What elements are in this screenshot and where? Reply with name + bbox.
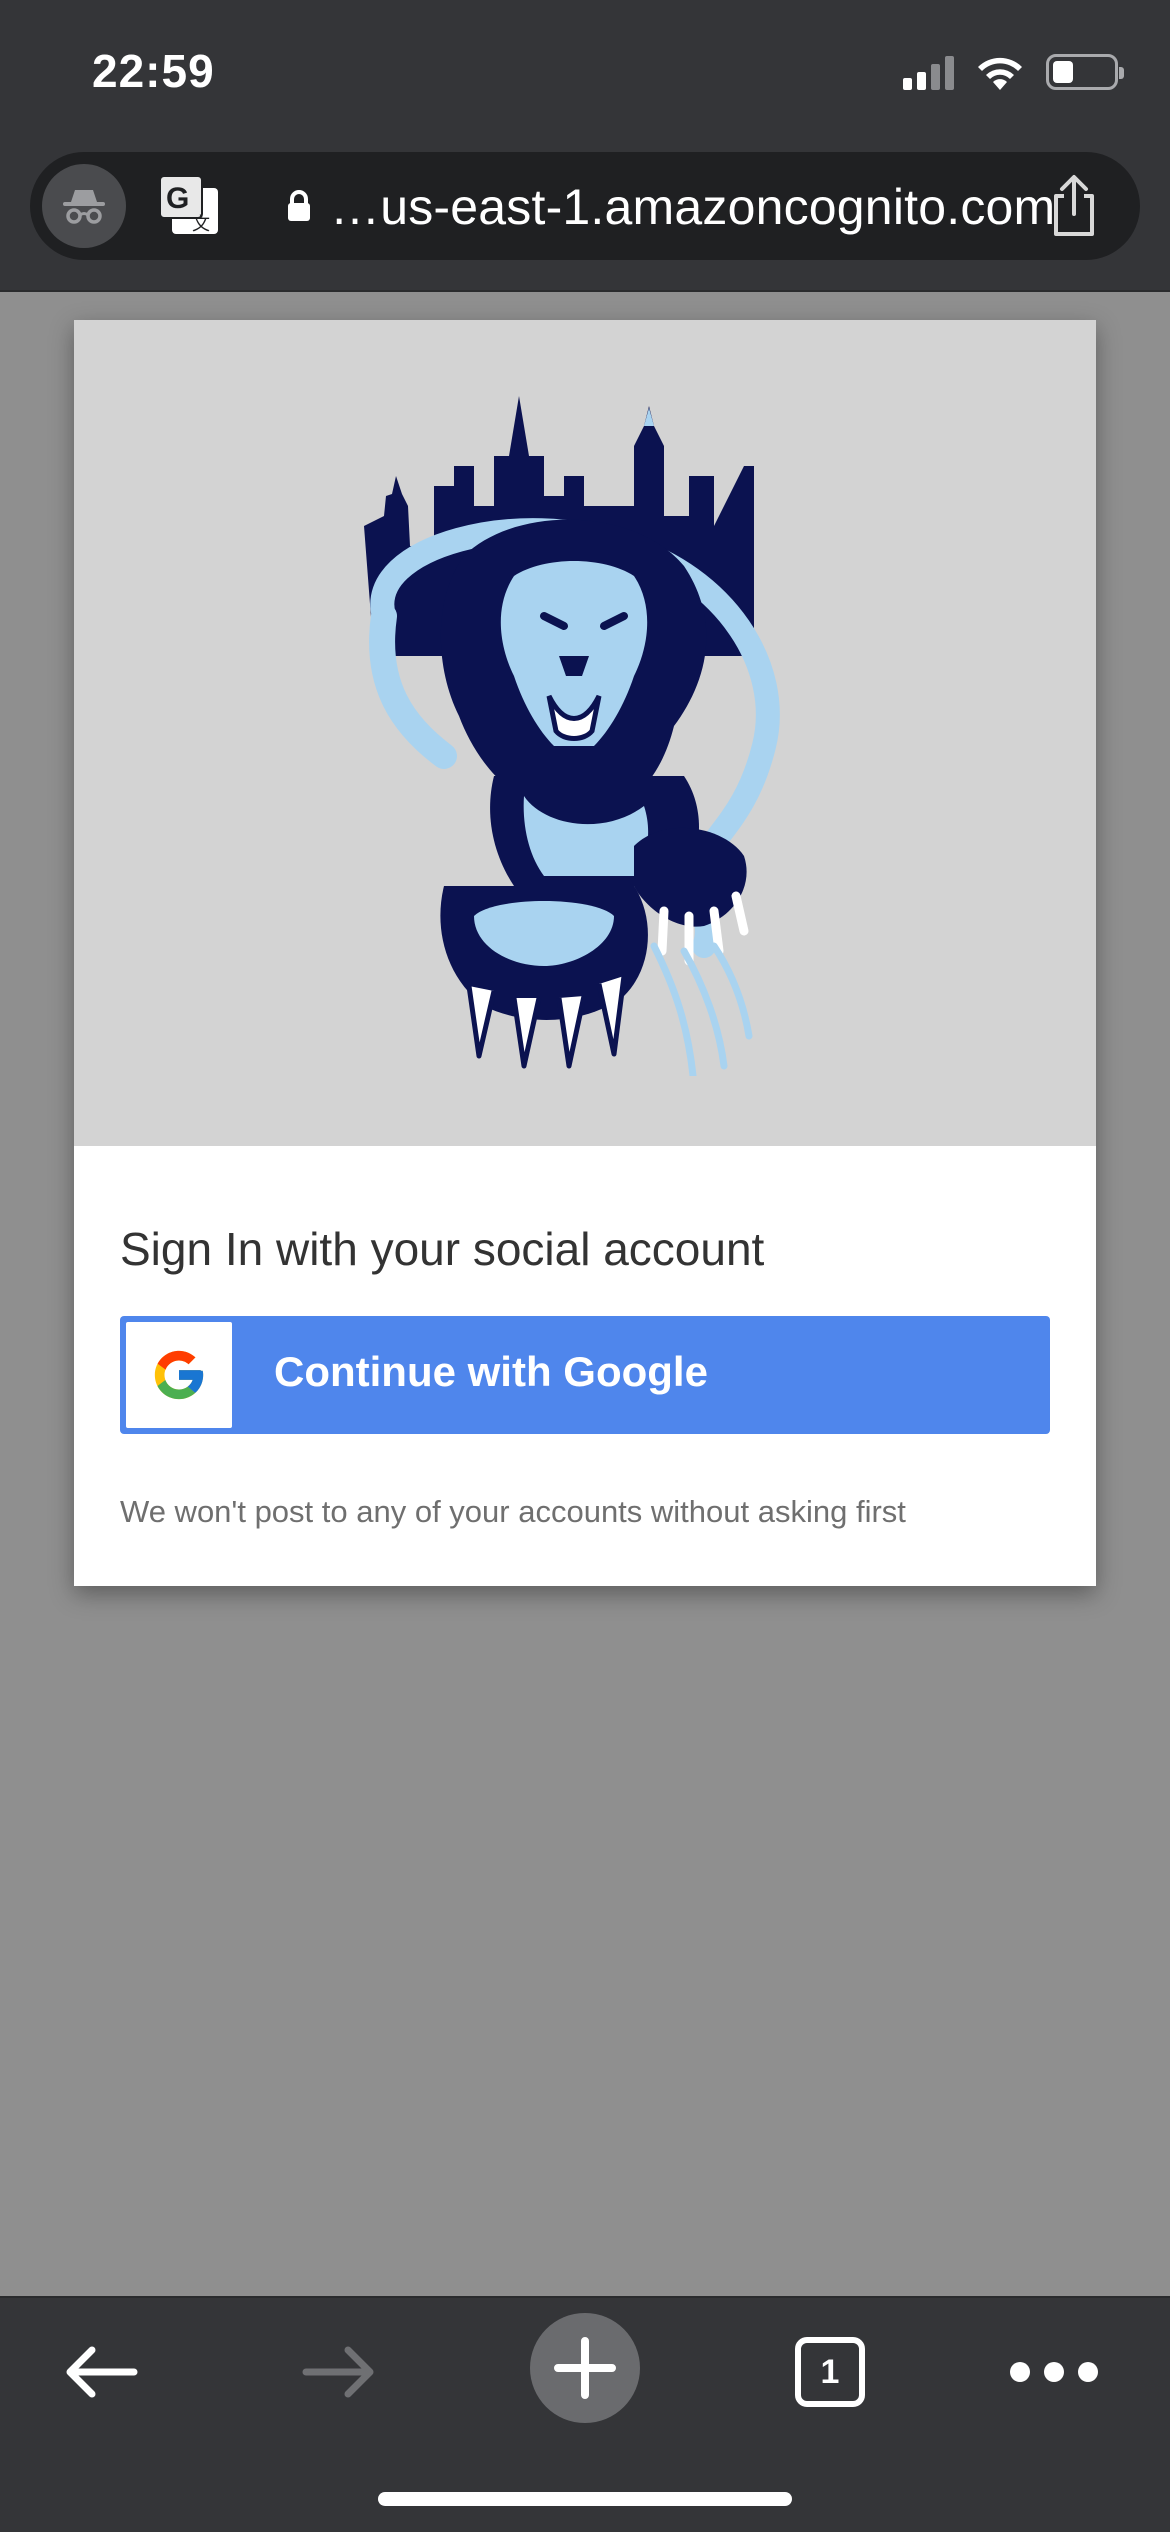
- battery-icon: [1046, 54, 1124, 90]
- url-text[interactable]: …us-east-1.amazoncognito.com: [330, 178, 1055, 236]
- back-arrow-icon: [66, 2346, 138, 2398]
- svg-text:文: 文: [192, 214, 210, 235]
- privacy-notice: We won't post to any of your accounts wi…: [120, 1494, 906, 1529]
- forward-arrow-icon: [302, 2346, 374, 2398]
- menu-button[interactable]: [1004, 2322, 1104, 2422]
- back-button[interactable]: [50, 2322, 150, 2422]
- status-icons: [903, 52, 1124, 92]
- tab-switcher-button[interactable]: 1: [792, 2322, 868, 2422]
- continue-with-google-button[interactable]: Continue with Google: [120, 1316, 1050, 1434]
- lion-skyline-logo: [364, 396, 780, 1076]
- plus-icon: [530, 2313, 640, 2423]
- more-dots-icon: [1010, 2362, 1098, 2382]
- forward-button[interactable]: [290, 2322, 390, 2422]
- google-logo-icon: [126, 1322, 232, 1428]
- browser-top-chrome: 22:59 G 文 …us-east-1.amazoncognito.com: [0, 0, 1170, 292]
- sign-in-title: Sign In with your social account: [120, 1223, 765, 1275]
- url-bar[interactable]: G 文 …us-east-1.amazoncognito.com: [30, 152, 1140, 260]
- home-indicator: [378, 2492, 792, 2506]
- login-card: Sign In with your social account Continu…: [74, 320, 1096, 1586]
- lock-icon: [288, 190, 310, 221]
- google-button-label: Continue with Google: [274, 1348, 708, 1395]
- svg-text:G: G: [166, 182, 189, 215]
- cellular-signal-icon: [903, 54, 954, 90]
- new-tab-button[interactable]: [530, 2313, 640, 2423]
- status-time: 22:59: [92, 45, 215, 97]
- wifi-icon: [978, 57, 1022, 90]
- share-icon[interactable]: [1048, 174, 1100, 238]
- translate-icon[interactable]: G 文: [158, 174, 222, 238]
- logo-banner: [74, 320, 1096, 1146]
- tab-count: 1: [795, 2337, 865, 2407]
- incognito-icon[interactable]: [42, 164, 126, 248]
